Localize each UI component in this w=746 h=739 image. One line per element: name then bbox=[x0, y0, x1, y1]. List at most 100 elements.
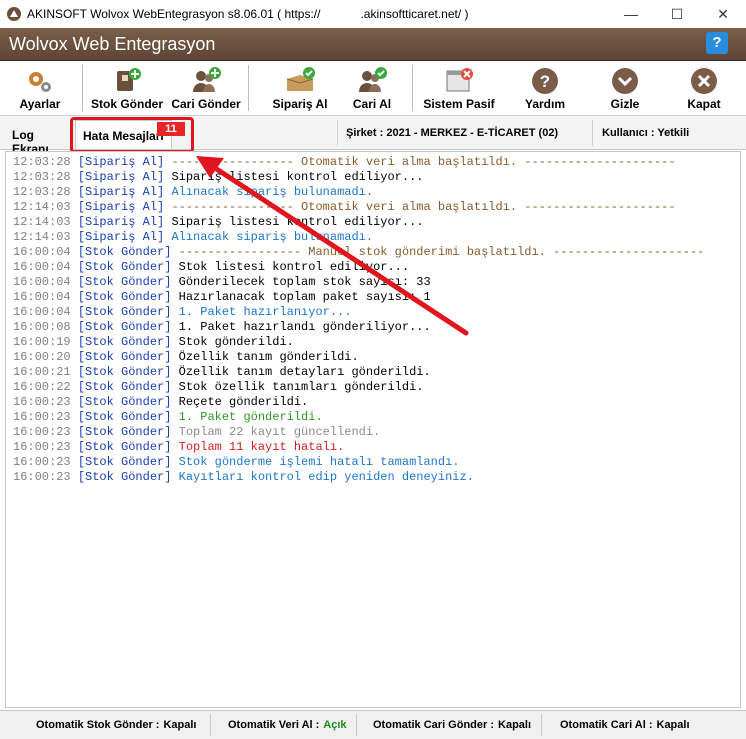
get-customer-button[interactable]: Cari Al bbox=[338, 63, 406, 115]
log-source: [Sipariş Al] bbox=[77, 230, 165, 244]
minimize-button[interactable]: — bbox=[608, 0, 654, 28]
log-line: 16:00:21 [Stok Gönder] Özellik tanım det… bbox=[13, 365, 431, 380]
help-button[interactable]: ? Yardım bbox=[510, 63, 580, 115]
toolbar: Ayarlar Stok Gönder Cari Gönder Sipariş … bbox=[0, 61, 746, 116]
log-timestamp: 16:00:04 bbox=[13, 275, 71, 289]
log-source: [Stok Gönder] bbox=[77, 470, 172, 484]
user-info: Kullanıcı : Yetkili bbox=[602, 127, 690, 139]
log-timestamp: 12:14:03 bbox=[13, 200, 71, 214]
window-title: AKINSOFT Wolvox WebEntegrasyon s8.06.01 … bbox=[27, 7, 469, 21]
status-auto-stock-value: Kapalı bbox=[163, 719, 197, 731]
log-line: 16:00:23 [Stok Gönder] Toplam 22 kayıt g… bbox=[13, 425, 380, 440]
highlight-box bbox=[70, 117, 194, 153]
get-orders-button[interactable]: Sipariş Al bbox=[262, 63, 338, 115]
log-line: 16:00:08 [Stok Gönder] 1. Paket hazırlan… bbox=[13, 320, 431, 335]
log-message: Stok gönderildi. bbox=[178, 335, 294, 349]
log-line: 16:00:20 [Stok Gönder] Özellik tanım gön… bbox=[13, 350, 359, 365]
log-message: Toplam 11 kayıt hatalı. bbox=[178, 440, 345, 454]
status-bar: Otomatik Stok Gönder : Kapalı Otomatik Ve… bbox=[0, 710, 746, 739]
settings-button[interactable]: Ayarlar bbox=[4, 63, 76, 115]
get-customer-label: Cari Al bbox=[352, 97, 392, 111]
log-source: [Stok Gönder] bbox=[77, 455, 172, 469]
log-message: 1. Paket hazırlandı gönderiliyor... bbox=[178, 320, 431, 334]
log-message: Stok özellik tanımları gönderildi. bbox=[178, 380, 424, 394]
log-source: [Stok Gönder] bbox=[77, 350, 172, 364]
log-line: 12:03:28 [Sipariş Al] Alınacak sipariş b… bbox=[13, 185, 373, 200]
log-timestamp: 16:00:04 bbox=[13, 290, 71, 304]
log-source: [Stok Gönder] bbox=[77, 425, 172, 439]
exit-label: Kapat bbox=[687, 97, 721, 111]
log-timestamp: 16:00:23 bbox=[13, 440, 71, 454]
log-source: [Sipariş Al] bbox=[77, 215, 165, 229]
tab-log-screen[interactable]: Log Ekranı bbox=[4, 120, 66, 156]
log-timestamp: 16:00:23 bbox=[13, 395, 71, 409]
log-source: [Stok Gönder] bbox=[77, 365, 172, 379]
log-timestamp: 12:03:28 bbox=[13, 170, 71, 184]
info-divider bbox=[337, 120, 338, 146]
maximize-button[interactable]: ☐ bbox=[654, 0, 700, 28]
log-timestamp: 16:00:22 bbox=[13, 380, 71, 394]
status-auto-cari-get-label: Otomatik Cari Al : bbox=[560, 719, 653, 731]
send-customer-label: Cari Gönder bbox=[171, 97, 241, 111]
log-line: 12:03:28 [Sipariş Al] ----------------- … bbox=[13, 155, 676, 170]
log-message: 1. Paket gönderildi. bbox=[178, 410, 323, 424]
hide-label: Gizle bbox=[610, 97, 640, 111]
log-source: [Stok Gönder] bbox=[77, 395, 172, 409]
log-message: ----------------- Otomatik veri alma baş… bbox=[171, 155, 676, 169]
users-plus-icon bbox=[193, 67, 221, 92]
chevron-down-icon bbox=[612, 68, 638, 94]
exit-button[interactable]: Kapat bbox=[670, 63, 738, 115]
log-line: 16:00:04 [Stok Gönder] Hazırlanacak topl… bbox=[13, 290, 431, 305]
log-message: Gönderilecek toplam stok sayısı: 33 bbox=[178, 275, 431, 289]
hide-button[interactable]: Gizle bbox=[590, 63, 660, 115]
log-message: Kayıtları kontrol edip yeniden deneyiniz… bbox=[178, 470, 474, 484]
log-line: 16:00:23 [Stok Gönder] Kayıtları kontrol… bbox=[13, 470, 474, 485]
log-line: 12:14:03 [Sipariş Al] ----------------- … bbox=[13, 200, 676, 215]
log-panel[interactable]: 12:03:28 [Sipariş Al] ----------------- … bbox=[5, 151, 741, 708]
status-auto-stock: Otomatik Stok Gönder : Kapalı bbox=[36, 719, 196, 731]
log-source: [Stok Gönder] bbox=[77, 290, 172, 304]
send-stock-button[interactable]: Stok Gönder bbox=[88, 63, 166, 115]
help-icon[interactable]: ? bbox=[706, 32, 728, 54]
company-info: Şirket : 2021 - MERKEZ - E-TİCARET (02) bbox=[346, 127, 559, 139]
system-passive-button[interactable]: Sistem Pasif bbox=[420, 63, 498, 115]
status-auto-cari-get-value: Kapalı bbox=[656, 719, 690, 731]
log-line: 12:14:03 [Sipariş Al] Alınacak sipariş b… bbox=[13, 230, 373, 245]
status-auto-data-value: Açık bbox=[323, 719, 347, 731]
status-divider bbox=[356, 714, 357, 736]
status-auto-data-label: Otomatik Veri Al : bbox=[228, 719, 320, 731]
log-message: Stok listesi kontrol ediliyor... bbox=[178, 260, 410, 274]
send-stock-label: Stok Gönder bbox=[90, 97, 163, 111]
toolbar-divider bbox=[412, 65, 413, 111]
users-check-icon bbox=[359, 67, 387, 92]
status-divider bbox=[210, 714, 211, 736]
log-timestamp: 16:00:04 bbox=[13, 260, 71, 274]
log-source: [Stok Gönder] bbox=[77, 410, 172, 424]
log-timestamp: 16:00:23 bbox=[13, 410, 71, 424]
log-message: ----------------- Otomatik veri alma baş… bbox=[171, 200, 676, 214]
status-auto-stock-label: Otomatik Stok Gönder : bbox=[36, 719, 160, 731]
log-line: 16:00:23 [Stok Gönder] Toplam 11 kayıt h… bbox=[13, 440, 344, 455]
window-stop-icon bbox=[446, 68, 473, 92]
get-orders-label: Sipariş Al bbox=[272, 97, 328, 111]
question-icon: ? bbox=[532, 68, 558, 94]
app-name: Wolvox Web Entegrasyon bbox=[9, 34, 216, 54]
log-source: [Sipariş Al] bbox=[77, 155, 165, 169]
log-timestamp: 12:03:28 bbox=[13, 185, 71, 199]
close-window-button[interactable]: ✕ bbox=[700, 0, 746, 28]
log-source: [Stok Gönder] bbox=[77, 335, 172, 349]
log-message: ----------------- Manuel stok gönderimi … bbox=[178, 245, 705, 259]
log-line: 16:00:04 [Stok Gönder] Gönderilecek topl… bbox=[13, 275, 431, 290]
help-label: Yardım bbox=[524, 97, 566, 111]
log-timestamp: 16:00:23 bbox=[13, 470, 71, 484]
toolbar-divider bbox=[82, 65, 83, 111]
log-timestamp: 12:14:03 bbox=[13, 215, 71, 229]
log-source: [Stok Gönder] bbox=[77, 380, 172, 394]
log-line: 16:00:04 [Stok Gönder] 1. Paket hazırlan… bbox=[13, 305, 351, 320]
box-check-icon bbox=[286, 67, 315, 91]
send-customer-button[interactable]: Cari Gönder bbox=[168, 63, 244, 115]
close-icon bbox=[691, 68, 717, 94]
log-line: 16:00:23 [Stok Gönder] 1. Paket gönderil… bbox=[13, 410, 323, 425]
log-timestamp: 16:00:19 bbox=[13, 335, 71, 349]
log-timestamp: 16:00:08 bbox=[13, 320, 71, 334]
